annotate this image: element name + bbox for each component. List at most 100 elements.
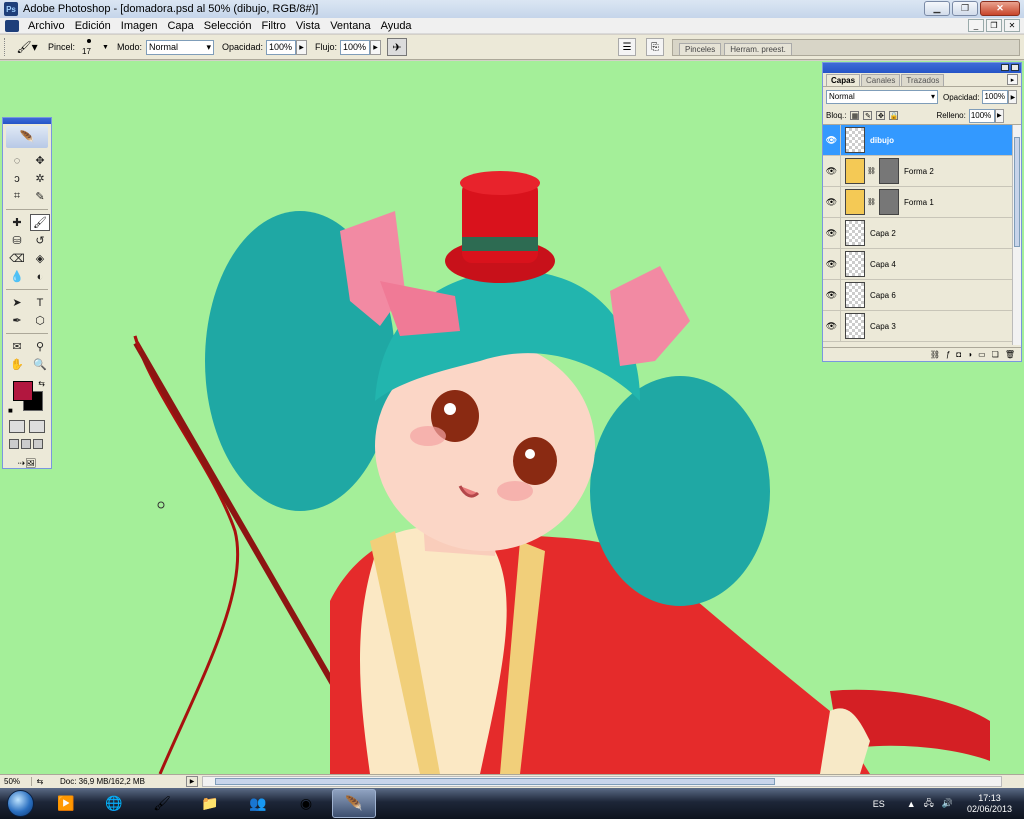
chrome-icon[interactable]: ◉	[284, 789, 328, 818]
tab-capas[interactable]: Capas	[826, 74, 861, 86]
layer-row-forma-1[interactable]: 👁 ⛓ Forma 1	[823, 186, 1021, 218]
shape-icon[interactable]: ⬡	[30, 312, 50, 329]
standard-mode-button[interactable]	[9, 420, 25, 433]
layer-row-dibujo[interactable]: 👁 dibujo	[823, 125, 1021, 156]
tab-canales[interactable]: Canales	[861, 74, 901, 86]
eyedropper-icon[interactable]: ⚲	[30, 338, 50, 355]
opacity-input[interactable]: 100%	[266, 39, 296, 55]
document-icon[interactable]	[5, 19, 19, 32]
brush-tool-preset-icon[interactable]: 🖌▾	[14, 38, 40, 56]
type-icon[interactable]: T	[30, 294, 50, 311]
dodge-icon[interactable]: ◐	[30, 268, 50, 285]
layers-scrollbar[interactable]	[1012, 125, 1021, 345]
menu-vista[interactable]: Vista	[291, 20, 325, 32]
brush-size-picker[interactable]: 17	[78, 36, 100, 58]
layer-opacity-input[interactable]: 100%	[982, 90, 1009, 104]
network-icon[interactable]: 🖧	[924, 796, 934, 812]
layer-opacity-slider-button[interactable]: ▶	[1008, 90, 1018, 104]
close-button[interactable]: ✕	[980, 1, 1020, 16]
file-browser-icon[interactable]: ⎘	[646, 38, 664, 56]
palette-tab-pinceles[interactable]: Pinceles	[679, 43, 722, 55]
navigator-icon[interactable]: ⇆	[32, 777, 48, 786]
screen-mode-full-button[interactable]	[33, 439, 43, 449]
screen-mode-standard-button[interactable]	[9, 439, 19, 449]
visibility-eye-icon[interactable]: 👁	[823, 186, 841, 218]
layer-row-capa-2[interactable]: 👁 Capa 2	[823, 217, 1021, 249]
doc-minimize-button[interactable]: _	[968, 19, 984, 32]
notes-icon[interactable]: ✉	[7, 338, 27, 355]
move-icon[interactable]: ✥	[30, 152, 50, 169]
delete-layer-icon[interactable]: 🗑	[1005, 350, 1015, 359]
screen-mode-full-menu-button[interactable]	[21, 439, 31, 449]
flow-input[interactable]: 100%	[340, 39, 371, 55]
palette-tab-herram[interactable]: Herram. preest.	[724, 43, 792, 55]
lock-position-icon[interactable]: ✥	[876, 111, 886, 120]
history-brush-icon[interactable]: ↺	[30, 232, 50, 249]
menu-ventana[interactable]: Ventana	[325, 20, 375, 32]
minimize-button[interactable]: ▁	[924, 1, 950, 16]
messenger-icon[interactable]: 👥	[236, 789, 280, 818]
doc-restore-button[interactable]: ❐	[986, 19, 1002, 32]
menu-capa[interactable]: Capa	[162, 20, 198, 32]
new-layer-icon[interactable]: ❏	[992, 350, 999, 359]
lock-transparency-icon[interactable]: ▦	[850, 111, 860, 120]
lock-all-icon[interactable]: 🔒	[889, 111, 899, 120]
brush-dropdown-icon[interactable]: ▼	[102, 44, 109, 51]
paint-bucket-icon[interactable]: ◈	[30, 250, 50, 267]
marquee-icon[interactable]: ◌	[7, 152, 27, 169]
menu-ayuda[interactable]: Ayuda	[376, 20, 417, 32]
blend-mode-select[interactable]: Normal	[826, 90, 938, 104]
options-grip[interactable]	[4, 38, 8, 56]
file-explorer-icon[interactable]: 📁	[188, 789, 232, 818]
volume-icon[interactable]: 🔊	[942, 798, 953, 809]
stamp-icon[interactable]: ⛁	[7, 232, 27, 249]
doc-close-button[interactable]: ✕	[1004, 19, 1020, 32]
maximize-button[interactable]: ❐	[952, 1, 978, 16]
layer-row-forma-2[interactable]: 👁 ⛓ Forma 2	[823, 155, 1021, 187]
blur-icon[interactable]: 💧	[7, 268, 27, 285]
pen-icon[interactable]: ✒	[7, 312, 27, 329]
status-menu-button[interactable]: ▶	[186, 776, 198, 787]
swap-colors-icon[interactable]: ⇆	[38, 379, 45, 388]
menu-seleccion[interactable]: Selección	[199, 20, 257, 32]
palette-options-icon[interactable]: ☰	[618, 38, 636, 56]
jump-to-imageready-icon[interactable]: ⇢🖼	[9, 456, 45, 470]
quick-mask-button[interactable]	[29, 420, 45, 433]
media-player-icon[interactable]: ▶️	[44, 789, 88, 818]
paint-tool-icon[interactable]: 🖌	[140, 789, 184, 818]
visibility-eye-icon[interactable]: 👁	[823, 125, 841, 156]
slice-icon[interactable]: ✎	[30, 188, 50, 205]
path-select-icon[interactable]: ➤	[7, 294, 27, 311]
menu-filtro[interactable]: Filtro	[256, 20, 290, 32]
layers-scroll-thumb[interactable]	[1014, 137, 1020, 247]
opacity-slider-button[interactable]: ▶	[296, 39, 307, 55]
new-group-icon[interactable]: ▭	[978, 350, 986, 359]
visibility-eye-icon[interactable]: 👁	[823, 217, 841, 249]
language-indicator[interactable]: ES	[873, 799, 885, 809]
layer-row-capa-6[interactable]: 👁 Capa 6	[823, 279, 1021, 311]
panel-close-button[interactable]	[1011, 64, 1019, 71]
menu-archivo[interactable]: Archivo	[23, 20, 70, 32]
layer-style-icon[interactable]: ƒ	[946, 350, 950, 359]
healing-icon[interactable]: ✚	[7, 214, 27, 231]
panel-minimize-button[interactable]	[1001, 64, 1009, 71]
hand-icon[interactable]: ✋	[7, 356, 27, 373]
clock[interactable]: 17:13 02/06/2013	[967, 793, 1012, 815]
horizontal-scrollbar[interactable]	[202, 776, 1002, 787]
visibility-eye-icon[interactable]: 👁	[823, 310, 841, 342]
visibility-eye-icon[interactable]: 👁	[823, 279, 841, 311]
mode-select[interactable]: Normal	[145, 39, 214, 55]
photoshop-taskbar-icon[interactable]: 🪶	[332, 789, 376, 818]
fill-input[interactable]: 100%	[968, 108, 995, 123]
flow-slider-button[interactable]: ▶	[370, 39, 382, 55]
visibility-eye-icon[interactable]: 👁	[823, 248, 841, 280]
zoom-icon[interactable]: 🔍	[30, 356, 50, 373]
panel-menu-icon[interactable]: ▸	[1007, 74, 1018, 85]
layer-row-capa-3[interactable]: 👁 Capa 3	[823, 310, 1021, 342]
fill-slider-button[interactable]: ▶	[994, 108, 1004, 123]
lock-image-icon[interactable]: ✎	[863, 111, 873, 120]
default-colors-icon[interactable]: ■	[8, 406, 13, 415]
magic-wand-icon[interactable]: ✲	[30, 170, 50, 187]
horizontal-scroll-thumb[interactable]	[215, 778, 775, 785]
airbrush-icon[interactable]: ✈	[387, 38, 408, 56]
